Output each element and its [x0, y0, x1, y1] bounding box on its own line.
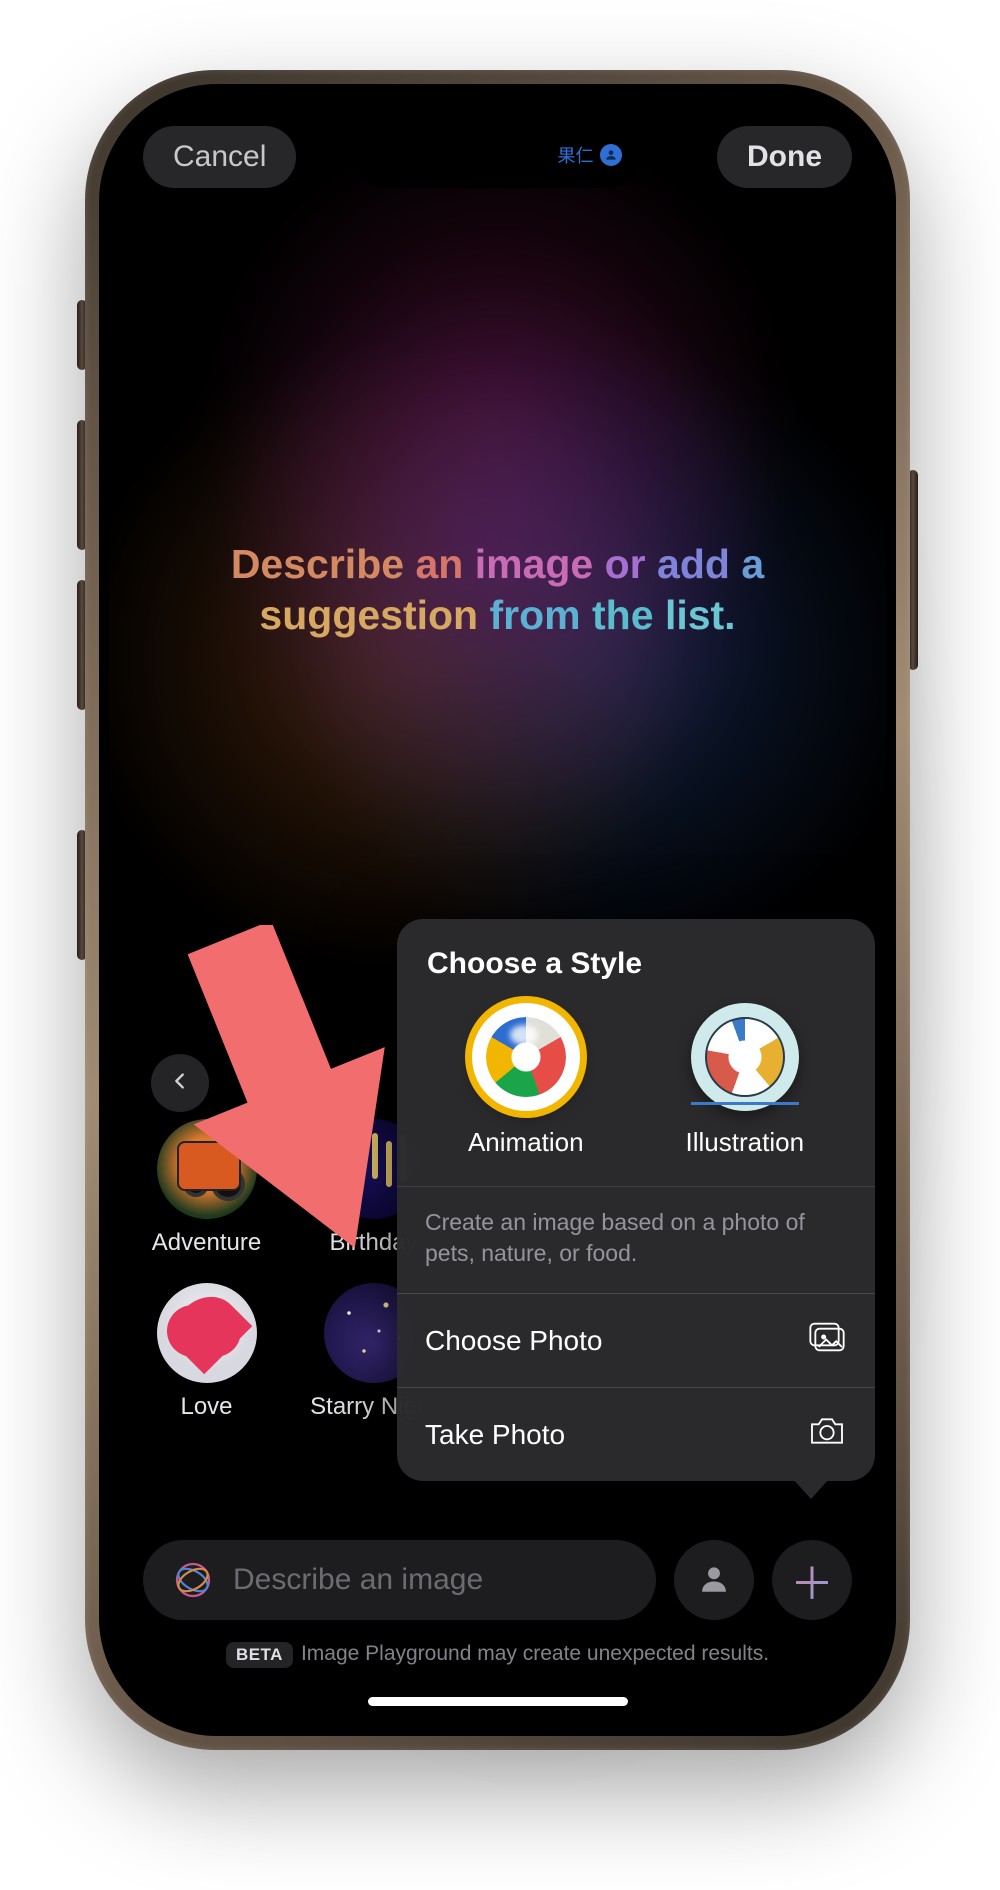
phone-frame: Cancel Done 果仁 Describe an image or add …: [85, 70, 910, 1750]
choose-photo-label: Choose Photo: [425, 1325, 602, 1357]
screen: Cancel Done 果仁 Describe an image or add …: [109, 94, 886, 1726]
suggestions-back-button[interactable]: [151, 1054, 209, 1112]
style-illustration[interactable]: Illustration: [686, 1003, 805, 1158]
cancel-button[interactable]: Cancel: [143, 126, 296, 188]
beta-badge: BETA: [226, 1642, 293, 1668]
style-popover: Choose a Style Animation Ill: [397, 919, 875, 1481]
home-indicator[interactable]: [368, 1697, 628, 1706]
suggestion-adventure[interactable]: Adventure: [139, 1119, 274, 1257]
take-photo-label: Take Photo: [425, 1419, 565, 1451]
style-label: Animation: [468, 1127, 584, 1158]
person-button[interactable]: [674, 1540, 754, 1620]
take-photo-row[interactable]: Take Photo: [397, 1387, 875, 1481]
add-button[interactable]: ＋: [772, 1540, 852, 1620]
style-thumb: [472, 1003, 580, 1111]
stage: Cancel Done 果仁 Describe an image or add …: [0, 0, 1000, 1890]
style-label: Illustration: [686, 1127, 805, 1158]
done-button[interactable]: Done: [717, 126, 852, 188]
hero-prompt: Describe an image or add a suggestion fr…: [109, 539, 886, 642]
suggestion-thumb: [157, 1119, 257, 1219]
popover-description: Create an image based on a photo of pets…: [397, 1186, 875, 1293]
chevron-left-icon: [169, 1068, 191, 1099]
suggestion-love[interactable]: Love: [139, 1283, 274, 1421]
person-icon: [697, 1562, 731, 1599]
beachball-icon: [486, 1017, 566, 1097]
style-thumb: [691, 1003, 799, 1111]
choose-photo-row[interactable]: Choose Photo: [397, 1293, 875, 1387]
beachball-outline-icon: [705, 1017, 785, 1097]
footer: BETA Image Playground may create unexpect…: [109, 1642, 886, 1668]
phone-bezel: Cancel Done 果仁 Describe an image or add …: [99, 84, 896, 1736]
camera-icon: [807, 1414, 847, 1455]
dynamic-island[interactable]: 果仁: [358, 124, 638, 186]
photo-library-icon: [807, 1320, 847, 1361]
bottom-bar: Describe an image ＋: [143, 1540, 852, 1620]
suggestion-label: Adventure: [152, 1229, 261, 1257]
plus-icon: ＋: [790, 1548, 834, 1612]
dynamic-island-indicator-icon: [600, 144, 622, 166]
style-animation[interactable]: Animation: [468, 1003, 584, 1158]
suggestion-label: Love: [180, 1393, 232, 1421]
popover-title: Choose a Style: [397, 919, 875, 1003]
dynamic-island-label: 果仁: [558, 142, 594, 168]
describe-placeholder: Describe an image: [233, 1563, 483, 1597]
apple-intelligence-icon: [171, 1558, 215, 1602]
suggestion-thumb: [157, 1283, 257, 1383]
modal-dimmer: [109, 94, 886, 1726]
style-options: Animation Illustration: [397, 1003, 875, 1186]
footer-text: Image Playground may create unexpected r…: [301, 1642, 769, 1665]
describe-input[interactable]: Describe an image: [143, 1540, 656, 1620]
